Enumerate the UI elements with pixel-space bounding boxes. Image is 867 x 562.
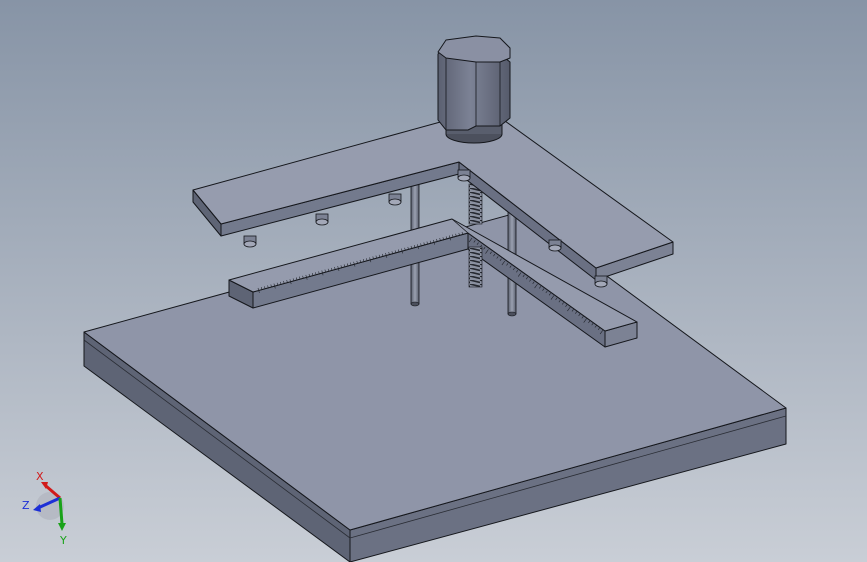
triad-y-axis	[58, 497, 64, 525]
guide-rod-right-base	[507, 311, 517, 317]
stud-2	[315, 213, 329, 226]
stud-3	[388, 193, 402, 206]
triad-x-label: X	[36, 470, 44, 483]
stud-5	[594, 275, 608, 288]
cad-viewport[interactable]: X Z Y	[0, 0, 867, 562]
motor[interactable]	[437, 35, 511, 144]
lead-screw-lower-spring	[468, 246, 483, 288]
stud-1	[243, 235, 257, 248]
triad-y-label: Y	[59, 534, 67, 547]
motor-top	[437, 35, 511, 63]
model-view[interactable]: X Z Y	[0, 0, 867, 562]
triad-z-label: Z	[22, 499, 30, 512]
stud-6	[457, 169, 471, 182]
guide-rod-left-base	[410, 301, 420, 307]
stud-4	[548, 239, 562, 252]
